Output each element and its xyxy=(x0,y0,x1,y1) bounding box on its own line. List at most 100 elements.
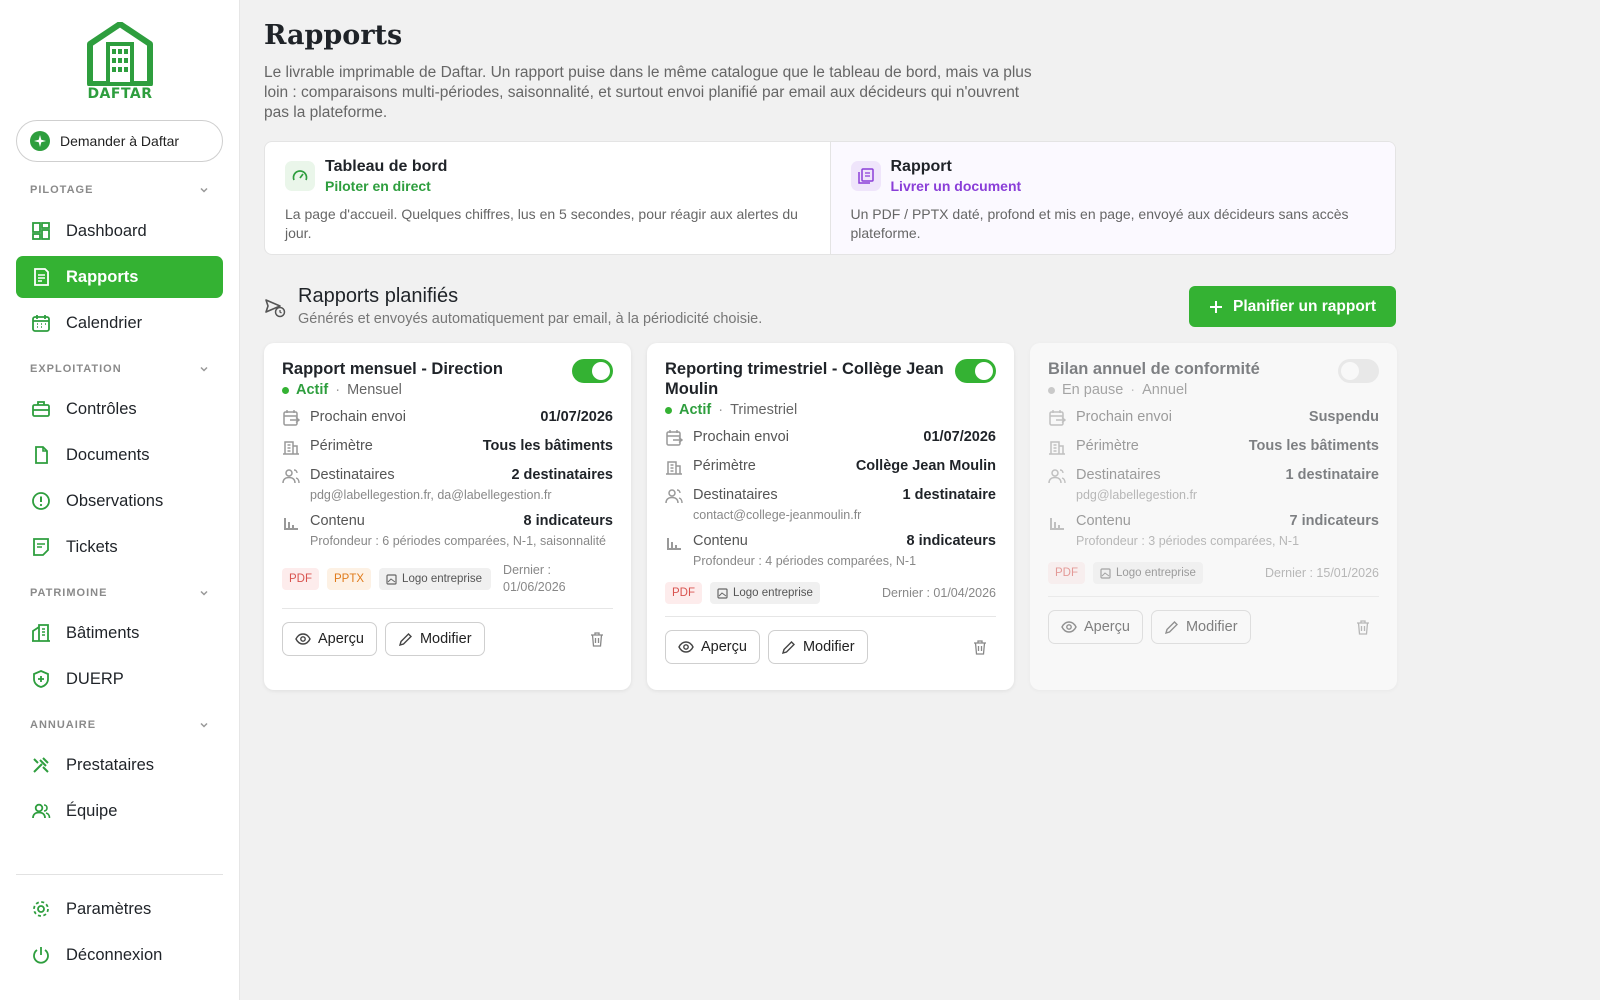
compare-description: Un PDF / PPTX daté, profond et mis en pa… xyxy=(850,206,1349,241)
report-icon xyxy=(31,267,51,287)
sidebar-item-label: Dashboard xyxy=(66,221,147,240)
trash-icon[interactable] xyxy=(1355,619,1371,635)
sidebar-item-observations[interactable]: Observations xyxy=(16,480,223,522)
active-toggle[interactable] xyxy=(955,359,996,383)
compare-subtitle: Livrer un document xyxy=(890,178,1022,194)
pencil-icon xyxy=(398,632,412,646)
toolbox-icon xyxy=(31,399,51,419)
compare-report: Rapport Livrer un document Un PDF / PPTX… xyxy=(829,142,1395,254)
section-pilotage[interactable]: PILOTAGE xyxy=(30,184,210,196)
daftar-logo[interactable]: DAFTAR xyxy=(84,22,156,106)
sidebar-item-label: Bâtiments xyxy=(66,623,140,642)
trash-icon[interactable] xyxy=(972,639,988,655)
section-patrimoine[interactable]: PATRIMOINE xyxy=(30,587,210,599)
preview-button[interactable]: Aperçu xyxy=(665,630,760,664)
row-recipients: Destinataires 2 destinataires xyxy=(282,467,613,485)
card-divider xyxy=(1048,596,1379,597)
recipient-emails: pdg@labellegestion.fr xyxy=(1076,488,1198,502)
sidebar-item-controles[interactable]: Contrôles xyxy=(16,388,223,430)
active-toggle[interactable] xyxy=(572,359,613,383)
users-icon xyxy=(282,469,300,484)
sidebar-item-prestataires[interactable]: Prestataires xyxy=(16,744,223,786)
compare-description: La page d'accueil. Quelques chiffres, lu… xyxy=(285,206,798,241)
sidebar-item-batiments[interactable]: Bâtiments xyxy=(16,612,223,654)
edit-button[interactable]: Modifier xyxy=(384,622,485,656)
document-stack-icon xyxy=(850,161,881,191)
sidebar-item-label: Paramètres xyxy=(66,899,152,918)
section-annuaire[interactable]: ANNUAIRE xyxy=(30,719,210,731)
page-lead: Le livrable imprimable de Daftar. Un rap… xyxy=(264,64,1032,121)
last-sent: Dernier : 01/06/2026 xyxy=(503,563,566,594)
sidebar-divider xyxy=(16,874,223,875)
sidebar-item-label: Documents xyxy=(66,445,150,464)
bar-chart-icon xyxy=(284,518,298,530)
format-badges: PDF Logo entreprise Dernier : 15/01/2026 xyxy=(1048,562,1379,584)
sidebar-item-equipe[interactable]: Équipe xyxy=(16,790,223,832)
sidebar-item-tickets[interactable]: Tickets xyxy=(16,526,223,568)
preview-button[interactable]: Aperçu xyxy=(1048,610,1143,644)
active-toggle[interactable] xyxy=(1338,359,1379,383)
comparison-panel: Tableau de bord Piloter en direct La pag… xyxy=(264,141,1396,255)
format-badge: PDF xyxy=(665,582,702,604)
page-title: Rapports xyxy=(264,20,403,51)
gear-icon xyxy=(31,899,51,919)
plus-icon xyxy=(1210,300,1223,313)
power-icon xyxy=(31,945,51,965)
sidebar-item-documents[interactable]: Documents xyxy=(16,434,223,476)
row-recipients: Destinataires 1 destinataire xyxy=(665,487,996,505)
card-title: Reporting trimestriel - Collège Jean Mou… xyxy=(665,360,944,398)
preview-button[interactable]: Aperçu xyxy=(282,622,377,656)
building-icon xyxy=(1049,441,1065,455)
row-content: Contenu 8 indicateurs xyxy=(665,533,996,551)
row-content: Contenu 8 indicateurs xyxy=(282,513,613,531)
calendar-icon xyxy=(31,313,51,333)
section-title: Rapports planifiés xyxy=(298,285,459,307)
last-sent: Dernier : 01/04/2026 xyxy=(882,586,996,600)
sidebar-item-parametres[interactable]: Paramètres xyxy=(16,888,223,930)
calendar-arrow-icon xyxy=(1049,410,1066,426)
eye-icon xyxy=(295,633,311,645)
row-next-send: Prochain envoi 01/07/2026 xyxy=(665,429,996,447)
bar-chart-icon xyxy=(1050,518,1064,530)
section-label: PATRIMOINE xyxy=(30,587,108,599)
status-label: En pause xyxy=(1062,382,1124,398)
sidebar-item-label: Contrôles xyxy=(66,399,137,418)
trash-icon[interactable] xyxy=(589,631,605,647)
chevron-down-icon xyxy=(200,187,208,193)
sidebar-item-duerp[interactable]: DUERP xyxy=(16,658,223,700)
card-actions: Aperçu Modifier xyxy=(1048,610,1379,644)
chevron-down-icon xyxy=(200,722,208,728)
building-logo-icon xyxy=(87,22,153,86)
ask-daftar-button[interactable]: Demander à Daftar xyxy=(16,120,223,162)
recipient-emails: contact@college-jeanmoulin.fr xyxy=(693,508,862,522)
logo-badge: Logo entreprise xyxy=(1093,562,1203,584)
sidebar-item-label: Équipe xyxy=(66,801,118,820)
edit-button[interactable]: Modifier xyxy=(1150,610,1251,644)
sidebar-item-deconnexion[interactable]: Déconnexion xyxy=(16,934,223,976)
sidebar-item-calendrier[interactable]: Calendrier xyxy=(16,302,223,344)
section-label: ANNUAIRE xyxy=(30,719,97,731)
sidebar-item-dashboard[interactable]: Dashboard xyxy=(16,210,223,252)
depth-text: Profondeur : 4 périodes comparées, N-1 xyxy=(693,554,917,568)
logo-badge: Logo entreprise xyxy=(379,568,492,590)
scheduled-send-icon xyxy=(265,299,286,318)
calendar-arrow-icon xyxy=(283,410,300,426)
document-icon xyxy=(31,445,51,465)
row-recipients: Destinataires 1 destinataire xyxy=(1048,467,1379,485)
sidebar-item-label: Calendrier xyxy=(66,313,143,332)
sidebar-item-rapports[interactable]: Rapports xyxy=(16,256,223,298)
report-card: Reporting trimestriel - Collège Jean Mou… xyxy=(647,343,1014,690)
sidebar-item-label: Tickets xyxy=(66,537,118,556)
plan-report-button[interactable]: Planifier un rapport xyxy=(1189,286,1396,327)
eye-icon xyxy=(1061,621,1077,633)
compare-dashboard: Tableau de bord Piloter en direct La pag… xyxy=(265,142,830,254)
row-scope: Périmètre Collège Jean Moulin xyxy=(665,458,996,476)
row-next-send: Prochain envoi Suspendu xyxy=(1048,409,1379,427)
gauge-icon xyxy=(285,161,315,191)
sidebar-item-label: Déconnexion xyxy=(66,945,163,964)
card-status: Actif · Trimestriel xyxy=(665,402,996,418)
edit-button[interactable]: Modifier xyxy=(767,630,868,664)
section-exploitation[interactable]: EXPLOITATION xyxy=(30,363,210,375)
format-badges: PDF PPTX Logo entreprise Dernier : 01/06… xyxy=(282,562,613,596)
card-title: Rapport mensuel - Direction xyxy=(282,360,503,378)
